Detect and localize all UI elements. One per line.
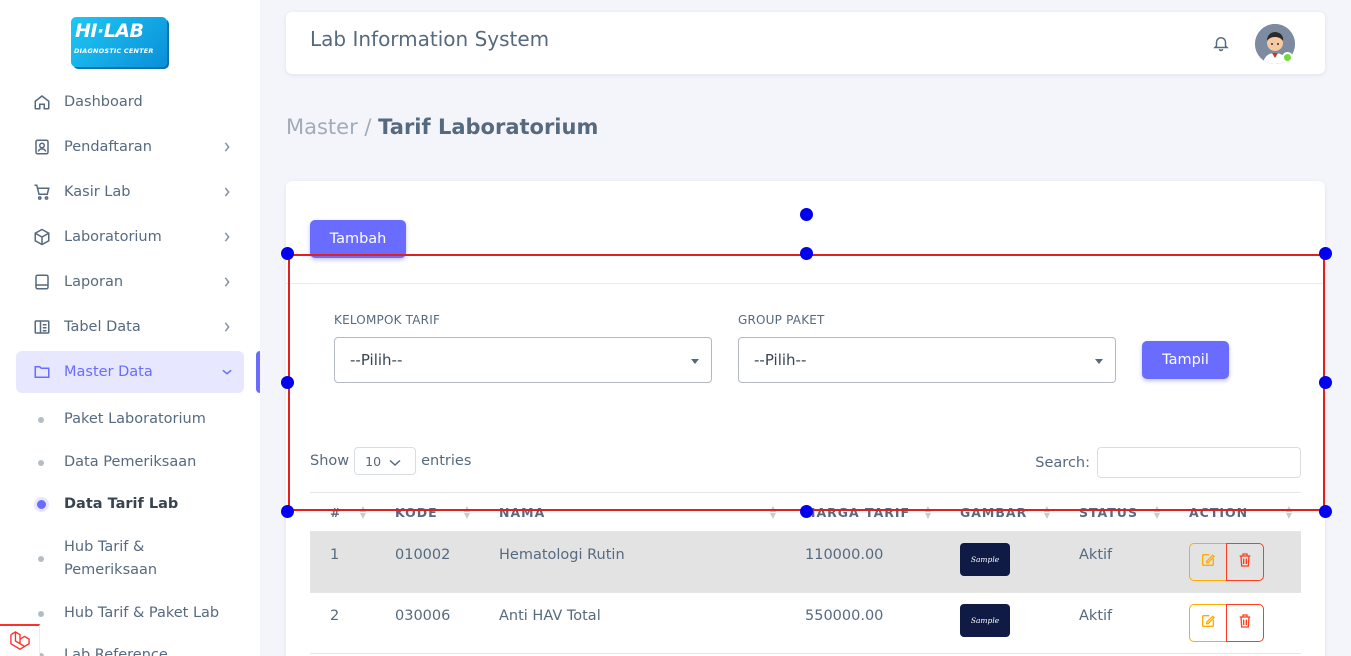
sidebar-item-label: Dashboard [64,94,143,110]
home-icon [33,93,51,111]
resize-handle-top[interactable] [800,247,813,260]
chevron-right-icon [222,232,232,242]
chevron-right-icon [222,187,232,197]
resize-handle-bottom-right[interactable] [1319,505,1332,518]
bullet-icon [36,500,46,509]
book-icon [33,273,51,291]
folder-icon [33,363,51,381]
sidebar-item-label: Tabel Data [64,319,141,335]
sidebar-item-pendaftaran[interactable]: Pendaftaran [16,126,244,168]
cell-nama: Hematologi Rutin [479,531,785,593]
top-navbar: Lab Information System [286,12,1325,74]
sidebar-item-master-data[interactable]: Master Data [16,351,244,393]
submenu-label: Data Tarif Lab [64,496,179,512]
sidebar-item-label: Pendaftaran [64,139,152,155]
selection-outline [288,254,1325,511]
sidebar-item-label: Laboratorium [64,229,162,245]
resize-handle-bottom[interactable] [800,505,813,518]
user-badge-icon [33,138,51,156]
cell-kode: 010002 [375,531,479,593]
resize-handle-top-left[interactable] [281,247,294,260]
cell-status: Aktif [1059,592,1169,654]
submenu-label-line2: Pemeriksaan [64,562,158,578]
sidebar-item-label: Laporan [64,274,124,290]
sample-image[interactable]: Sample [960,604,1010,637]
cell-status: Aktif [1059,531,1169,593]
bullet-icon [38,611,44,617]
rotate-handle[interactable] [800,208,813,221]
sidebar-item-kasir-lab[interactable]: Kasir Lab [16,171,244,213]
bell-icon[interactable] [1212,34,1230,52]
app-title: Lab Information System [310,27,550,51]
edit-button[interactable] [1189,543,1227,581]
sidebar-item-laboratorium[interactable]: Laboratorium [16,216,244,258]
cell-gambar: Sample [940,531,1059,593]
edit-icon [1200,552,1216,572]
cube-icon [33,228,51,246]
chevron-right-icon [222,322,232,332]
trash-icon [1237,552,1253,572]
sidebar-item-label: Kasir Lab [64,184,131,200]
cell-harga: 110000.00 [785,531,940,593]
chevron-down-icon [222,367,232,377]
cell-gambar: Sample [940,592,1059,654]
sidebar-item-label: Master Data [64,364,153,380]
resize-handle-top-right[interactable] [1319,247,1332,260]
sidebar: HI·LAB DIAGNOSTIC CENTER Dashboard Penda… [0,0,260,656]
cell-action [1169,592,1301,654]
sidebar-item-laporan[interactable]: Laporan [16,261,244,303]
resize-handle-left[interactable] [281,376,294,389]
logo-subtext: DIAGNOSTIC CENTER [74,47,154,55]
laravel-icon[interactable] [0,624,40,656]
submenu-label: Data Pemeriksaan [64,454,197,470]
logo-text: HI·LAB [75,20,144,42]
cell-harga: 550000.00 [785,592,940,654]
submenu-label: Hub Tarif & Paket Lab [64,605,220,621]
online-status-dot [1282,52,1293,63]
sidebar-item-dashboard[interactable]: Dashboard [16,81,244,123]
cell-action [1169,531,1301,593]
cell-nama: Anti HAV Total [479,592,785,654]
delete-button[interactable] [1226,543,1264,581]
trash-icon [1237,613,1253,633]
bullet-icon [38,460,44,466]
breadcrumb-parent[interactable]: Master / [286,115,371,139]
delete-button[interactable] [1226,604,1264,642]
breadcrumb: Master / Tarif Laboratorium [286,115,598,139]
resize-handle-bottom-left[interactable] [281,505,294,518]
cell-kode: 030006 [375,592,479,654]
table-row: 1 010002 Hematologi Rutin 110000.00 Samp… [310,531,1301,593]
cell-no: 1 [310,531,375,593]
resize-handle-right[interactable] [1319,376,1332,389]
table-icon [33,318,51,336]
chevron-right-icon [222,142,232,152]
sample-image[interactable]: Sample [960,543,1010,576]
submenu-label: Lab Reference [64,647,168,656]
page-title: Tarif Laboratorium [378,115,599,139]
cart-icon [33,183,51,201]
cell-no: 2 [310,592,375,654]
active-indicator [256,351,260,393]
submenu-label: Paket Laboratorium [64,411,206,427]
logo[interactable]: HI·LAB DIAGNOSTIC CENTER [71,17,169,69]
edit-icon [1200,613,1216,633]
bullet-icon [38,417,44,423]
edit-button[interactable] [1189,604,1227,642]
submenu-label: Hub Tarif & [64,539,145,555]
table-row: 2 030006 Anti HAV Total 550000.00 Sample… [310,592,1301,654]
bullet-icon [38,556,44,562]
sidebar-item-tabel-data[interactable]: Tabel Data [16,306,244,348]
tambah-button[interactable]: Tambah [310,220,406,258]
chevron-right-icon [222,277,232,287]
